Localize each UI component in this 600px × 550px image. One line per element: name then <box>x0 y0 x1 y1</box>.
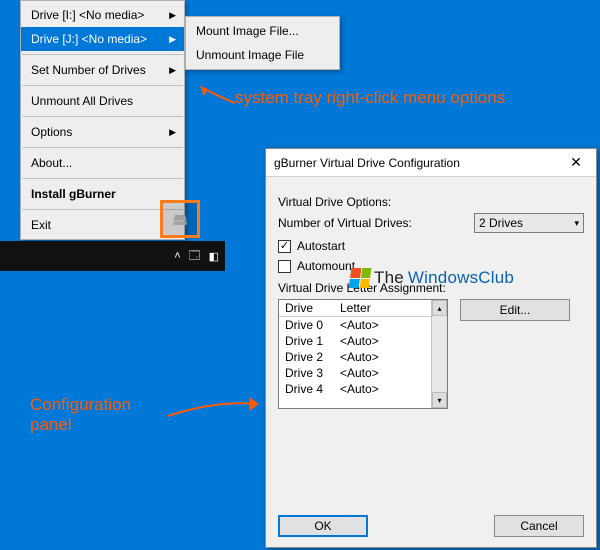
taskbar: ˄ 🗔 ◧ <box>0 241 225 271</box>
context-submenu: Mount Image File... Unmount Image File <box>185 16 340 70</box>
arrow-icon <box>166 394 266 424</box>
list-header: Drive Letter <box>279 300 431 317</box>
menu-sep <box>22 209 183 210</box>
menu-sep <box>22 116 183 117</box>
group-vd-options: Virtual Drive Options: <box>278 195 584 209</box>
menu-sep <box>22 178 183 179</box>
dialog-titlebar: gBurner Virtual Drive Configuration ✕ <box>266 149 596 177</box>
cancel-button[interactable]: Cancel <box>494 515 584 537</box>
list-item[interactable]: Drive 3<Auto> <box>279 365 431 381</box>
config-dialog: gBurner Virtual Drive Configuration ✕ Vi… <box>265 148 597 548</box>
autostart-checkbox[interactable]: ✓ <box>278 240 291 253</box>
battery-icon[interactable]: 🗔 <box>189 247 201 266</box>
num-drives-value: 2 Drives <box>479 216 523 230</box>
menu-sep <box>22 147 183 148</box>
tray-chevron-icon[interactable]: ˄ <box>174 250 180 262</box>
list-item[interactable]: Drive 0<Auto> <box>279 317 431 333</box>
tray-icon-highlighted[interactable] <box>160 200 200 238</box>
windows-logo-icon <box>349 268 372 288</box>
automount-checkbox[interactable] <box>278 260 291 273</box>
list-item[interactable]: Drive 1<Auto> <box>279 333 431 349</box>
arrow-icon <box>195 85 239 125</box>
num-drives-label: Number of Virtual Drives: <box>278 216 474 230</box>
automount-label: Automount <box>297 259 355 273</box>
menu-options[interactable]: Options ▶ <box>21 120 184 144</box>
watermark: TheWindowsClub <box>350 268 514 288</box>
annotation-config: Configuration panel <box>30 395 131 436</box>
menu-sep <box>22 54 183 55</box>
menu-unmount-image[interactable]: Unmount Image File <box>186 43 339 67</box>
menu-drive-i[interactable]: Drive [I:] <No media> ▶ <box>21 3 184 27</box>
menu-unmount-all[interactable]: Unmount All Drives <box>21 89 184 113</box>
scrollbar[interactable]: ▴ ▾ <box>431 300 447 408</box>
scroll-up-icon[interactable]: ▴ <box>432 300 447 316</box>
chevron-right-icon: ▶ <box>169 65 176 76</box>
menu-set-num-drives[interactable]: Set Number of Drives ▶ <box>21 58 184 82</box>
menu-mount-image[interactable]: Mount Image File... <box>186 19 339 43</box>
edit-button[interactable]: Edit... <box>460 299 570 321</box>
ok-button[interactable]: OK <box>278 515 368 537</box>
chevron-down-icon: ▾ <box>574 218 579 229</box>
list-item[interactable]: Drive 4<Auto> <box>279 381 431 397</box>
menu-drive-j[interactable]: Drive [J:] <No media> ▶ <box>21 27 184 51</box>
annotation-tray: system tray right-click menu options <box>235 88 505 108</box>
menu-about[interactable]: About... <box>21 151 184 175</box>
chevron-right-icon: ▶ <box>169 34 176 45</box>
dialog-title: gBurner Virtual Drive Configuration <box>274 156 556 170</box>
drive-icon <box>170 209 190 229</box>
drive-letter-list[interactable]: Drive Letter Drive 0<Auto> Drive 1<Auto>… <box>278 299 448 409</box>
network-icon[interactable]: ◧ <box>209 250 219 263</box>
autostart-label: Autostart <box>297 239 345 253</box>
chevron-right-icon: ▶ <box>169 10 176 21</box>
close-button[interactable]: ✕ <box>556 149 596 176</box>
list-item[interactable]: Drive 2<Auto> <box>279 349 431 365</box>
num-drives-select[interactable]: 2 Drives ▾ <box>474 213 584 233</box>
scroll-down-icon[interactable]: ▾ <box>432 392 447 408</box>
close-icon: ✕ <box>570 154 582 171</box>
chevron-right-icon: ▶ <box>169 127 176 138</box>
menu-sep <box>22 85 183 86</box>
